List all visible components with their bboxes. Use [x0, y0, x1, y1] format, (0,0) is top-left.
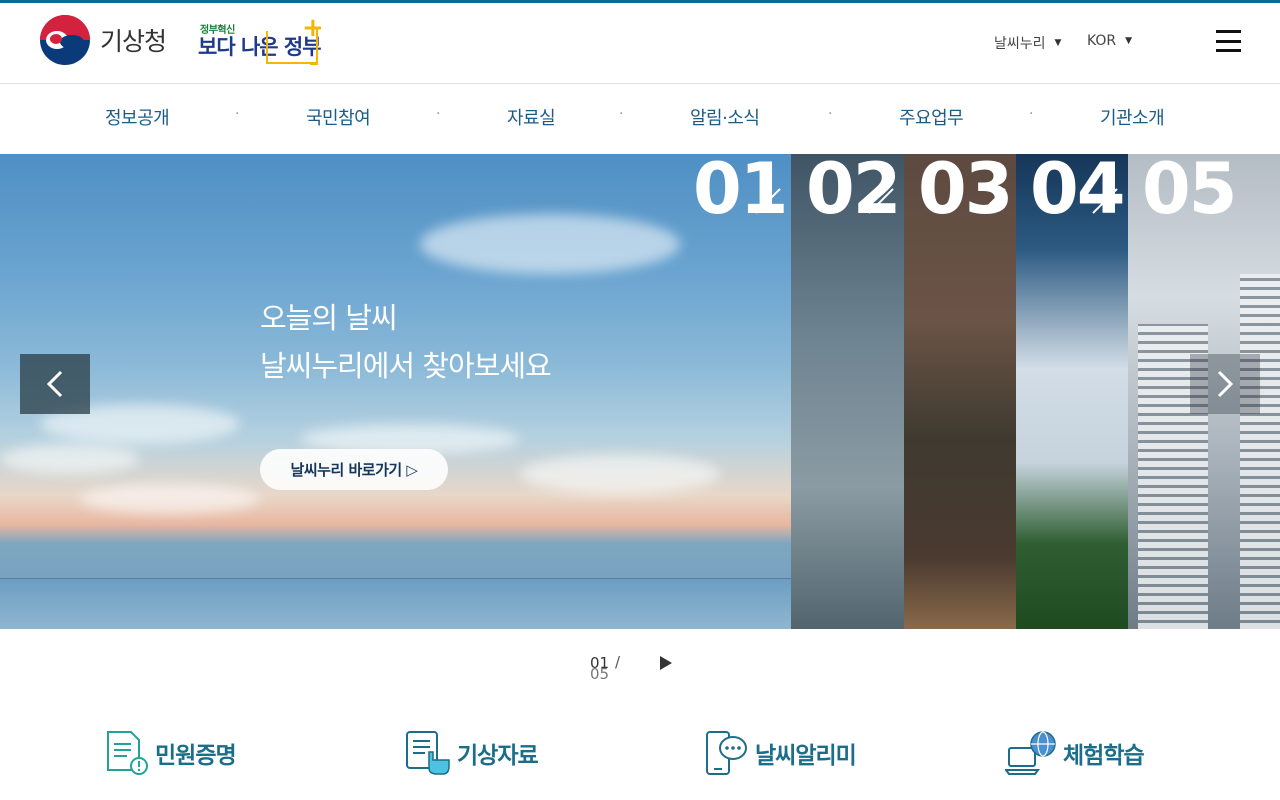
nav-separator: · — [619, 106, 624, 122]
site-header: 기상청 정부혁신 보다 나은 정부 + 날씨누리 ▼ KOR ▼ — [0, 3, 1280, 84]
nav-item-news[interactable]: 알림·소식 — [690, 104, 760, 130]
hero-slider: 오늘의 날씨 날씨누리에서 찾아보세요 날씨누리 바로가기 ▷ 01 02 03… — [0, 154, 1280, 629]
nav-item-about[interactable]: 기관소개 — [1100, 104, 1165, 130]
main-nav: 정보공개 · 국민참여 · 자료실 · 알림·소식 · 주요업무 · 기관소개 — [0, 84, 1280, 154]
nav-item-info-disclosure[interactable]: 정보공개 — [105, 104, 170, 130]
taegeuk-emblem-icon — [40, 15, 90, 65]
nav-separator: · — [828, 106, 833, 122]
gov-plus-icon: + — [302, 13, 324, 43]
hero-line-1: 오늘의 날씨 — [260, 301, 398, 335]
chevron-left-icon — [46, 370, 63, 398]
nav-separator: · — [1029, 106, 1034, 122]
weather-shortcut-button[interactable]: 날씨누리 바로가기 ▷ — [260, 449, 448, 490]
kma-logo[interactable]: 기상청 — [40, 15, 170, 65]
nav-item-participation[interactable]: 국민참여 — [306, 104, 371, 130]
menu-hamburger-icon[interactable] — [1216, 30, 1241, 52]
nav-item-resources[interactable]: 자료실 — [507, 104, 556, 130]
laptop-globe-icon — [1005, 731, 1056, 775]
play-icon[interactable] — [660, 656, 672, 670]
nav-item-main-work[interactable]: 주요업무 — [899, 104, 964, 130]
hero-image-sky — [0, 154, 791, 629]
gov-innovation-logo[interactable]: 정부혁신 보다 나은 정부 + — [198, 13, 324, 71]
chevron-right-icon — [1217, 370, 1234, 398]
phone-chat-icon — [706, 731, 747, 775]
logo-text: 기상청 — [100, 27, 167, 56]
quick-link-experience-learning[interactable]: 체험학습 — [1005, 728, 1145, 778]
nav-separator: · — [436, 106, 441, 122]
quick-link-weather-alert[interactable]: 날씨알리미 — [705, 728, 857, 778]
weather-site-dropdown[interactable]: 날씨누리 ▼ — [994, 33, 1061, 53]
nav-separator: · — [235, 106, 240, 122]
caret-down-icon: ▼ — [1054, 38, 1062, 48]
slider-pager: 01 / 05 — [590, 653, 690, 683]
quick-link-weather-data[interactable]: 기상자료 — [405, 728, 539, 778]
slider-next-button[interactable] — [1190, 354, 1260, 414]
slide-number-05[interactable]: 05 — [1142, 154, 1237, 224]
quick-link-civil-certificate[interactable]: 민원증명 — [105, 728, 237, 778]
slide-number-01[interactable]: 01 — [693, 154, 788, 224]
pager-separator: / — [615, 653, 621, 671]
quick-link-label: 기상자료 — [457, 743, 539, 769]
caret-down-icon: ▼ — [1125, 36, 1133, 46]
document-touch-icon — [406, 731, 450, 775]
slide-number-04[interactable]: 04 — [1030, 154, 1125, 224]
quick-link-label: 민원증명 — [155, 743, 237, 769]
weather-site-label: 날씨누리 — [994, 36, 1046, 52]
slide-number-02[interactable]: 02 — [806, 154, 901, 224]
slider-prev-button[interactable] — [20, 354, 90, 414]
language-dropdown[interactable]: KOR ▼ — [1087, 33, 1132, 49]
quick-link-label: 날씨알리미 — [755, 743, 857, 769]
pager-total: 05 — [590, 665, 610, 683]
document-alert-icon — [107, 731, 148, 775]
slide-number-03[interactable]: 03 — [918, 154, 1013, 224]
quick-link-label: 체험학습 — [1063, 743, 1145, 769]
hero-line-2: 날씨누리에서 찾아보세요 — [260, 349, 552, 383]
language-label: KOR — [1087, 33, 1117, 49]
hero-headline: 오늘의 날씨 날씨누리에서 찾아보세요 — [260, 294, 552, 390]
